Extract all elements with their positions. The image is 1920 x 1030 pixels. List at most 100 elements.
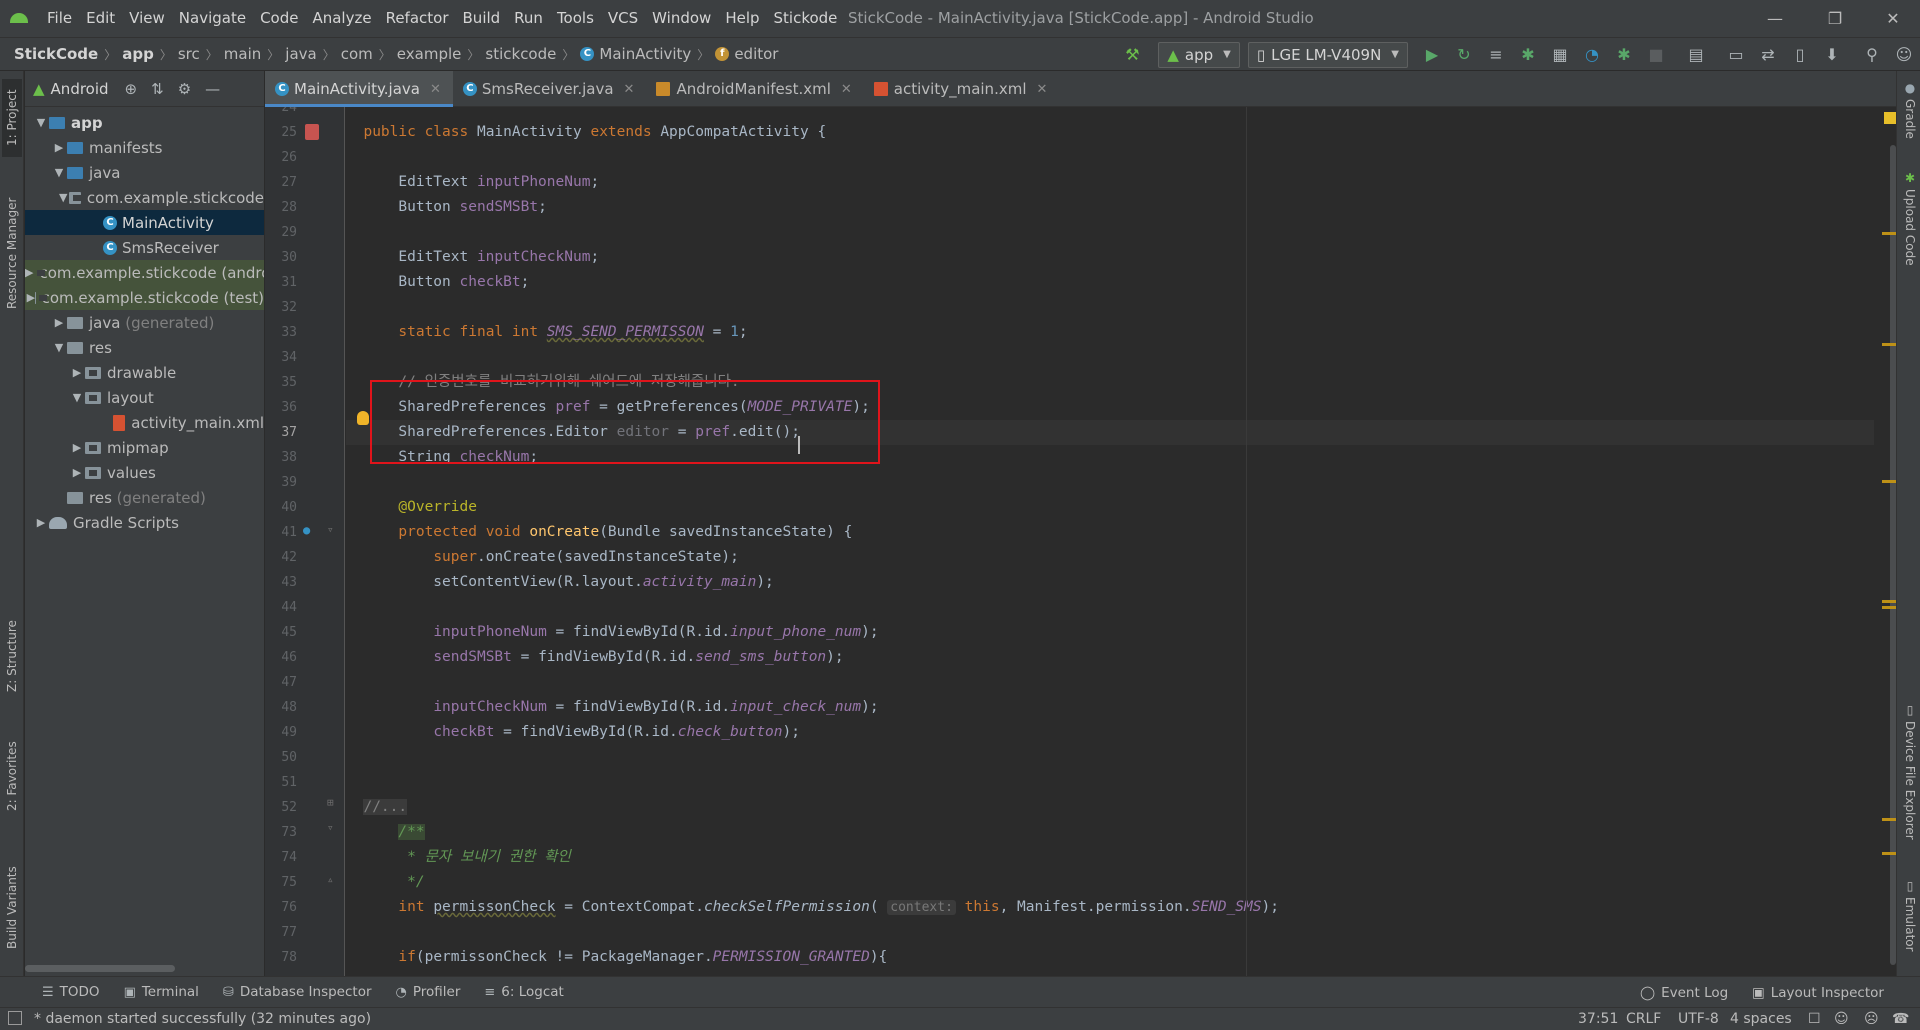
- restore-icon[interactable]: ❐: [1808, 0, 1862, 37]
- menu-edit[interactable]: Edit: [79, 0, 122, 37]
- intention-bulb-icon[interactable]: [357, 411, 369, 425]
- close-tab-icon[interactable]: ✕: [430, 82, 441, 97]
- tree-item-java[interactable]: ▼ java: [25, 160, 264, 185]
- menu-view[interactable]: View: [122, 0, 172, 37]
- tab-project[interactable]: 1: Project: [2, 79, 22, 157]
- run-configuration-select[interactable]: ▲ app ▼: [1158, 41, 1240, 68]
- attach-debugger-icon[interactable]: ▦: [1547, 42, 1573, 68]
- tree-item-res[interactable]: ▼ res: [25, 335, 264, 360]
- caret-position[interactable]: 37:51: [1578, 1008, 1618, 1030]
- breadcrumb-mainactivity[interactable]: C MainActivity 〉: [580, 45, 715, 63]
- locate-icon[interactable]: ⊕: [125, 80, 138, 98]
- tab-build-variants[interactable]: Build Variants: [2, 853, 22, 963]
- notifications-icon[interactable]: ☎: [1892, 1008, 1909, 1030]
- code-line-folded[interactable]: //...: [346, 795, 1874, 820]
- menu-code[interactable]: Code: [253, 0, 305, 37]
- code-editor[interactable]: public class MainActivity extends AppCom…: [346, 107, 1874, 976]
- menu-build[interactable]: Build: [456, 0, 508, 37]
- gear-icon[interactable]: ⚙: [178, 80, 191, 98]
- tree-item-smsreceiver[interactable]: C SmsReceiver: [25, 235, 264, 260]
- tree-item-app[interactable]: ▼ app: [25, 110, 264, 135]
- tab-structure[interactable]: Z: Structure: [2, 611, 22, 701]
- project-horizontal-scrollbar[interactable]: [25, 965, 175, 972]
- tree-item-values[interactable]: ▶ values: [25, 460, 264, 485]
- tree-item-mainactivity[interactable]: C MainActivity: [25, 210, 264, 235]
- fold-icon[interactable]: ▿: [327, 523, 334, 536]
- inspection-status-icon[interactable]: [1884, 112, 1896, 124]
- tool-layout-inspector[interactable]: ▣ Layout Inspector: [1752, 977, 1884, 1008]
- tree-item-res-generated[interactable]: res (generated): [25, 485, 264, 510]
- close-icon[interactable]: ✕: [1866, 0, 1920, 37]
- tab-smsreceiver-java[interactable]: C SmsReceiver.java ✕: [453, 71, 647, 107]
- fold-icon[interactable]: ▵: [327, 873, 334, 886]
- inspection-profile-icon[interactable]: ☺: [1834, 1008, 1849, 1030]
- tree-item-activity-main-xml[interactable]: activity_main.xml: [25, 410, 264, 435]
- line-separator[interactable]: CRLF: [1626, 1008, 1661, 1030]
- tree-item-package-androidtest[interactable]: ▶ com.example.stickcode (androidTest): [25, 260, 264, 285]
- run-icon[interactable]: ▶: [1419, 42, 1445, 68]
- tree-item-drawable[interactable]: ▶ drawable: [25, 360, 264, 385]
- breadcrumb-stickcode[interactable]: stickcode 〉: [485, 45, 580, 63]
- account-icon[interactable]: ☺: [1891, 42, 1917, 68]
- close-tab-icon[interactable]: ✕: [1037, 82, 1048, 97]
- breadcrumb-java[interactable]: java 〉: [285, 45, 340, 63]
- menu-help[interactable]: Help: [718, 0, 766, 37]
- tree-item-manifests[interactable]: ▶ manifests: [25, 135, 264, 160]
- xml-layout-link-icon[interactable]: [305, 124, 319, 140]
- collapse-all-icon[interactable]: ⇅: [151, 80, 164, 98]
- profile-icon[interactable]: ◔: [1579, 42, 1605, 68]
- tool-profiler[interactable]: ◔ Profiler: [396, 984, 461, 1000]
- tree-item-java-generated[interactable]: ▶ java (generated): [25, 310, 264, 335]
- menu-window[interactable]: Window: [645, 0, 718, 37]
- override-marker-icon[interactable]: ●: [303, 523, 310, 537]
- device-manager-icon[interactable]: ▯: [1787, 42, 1813, 68]
- tab-activity-main-xml[interactable]: activity_main.xml ✕: [864, 71, 1060, 107]
- tab-resource-manager[interactable]: Resource Manager: [2, 193, 22, 313]
- tab-gradle[interactable]: ● Gradle: [1900, 81, 1920, 161]
- apply-code-changes-icon[interactable]: ≡: [1483, 42, 1509, 68]
- hide-icon[interactable]: —: [205, 80, 220, 98]
- sync-gradle-icon[interactable]: ⇄: [1755, 42, 1781, 68]
- tree-item-package-test[interactable]: ▶ com.example.stickcode (test): [25, 285, 264, 310]
- tool-logcat[interactable]: ≡ 6: Logcat: [484, 984, 563, 1000]
- tool-database-inspector[interactable]: ⛁ Database Inspector: [223, 984, 372, 1000]
- menu-tools[interactable]: Tools: [550, 0, 601, 37]
- tab-emulator[interactable]: ▯ Emulator: [1900, 879, 1920, 969]
- tab-mainactivity-java[interactable]: C MainActivity.java ✕: [265, 71, 453, 107]
- breadcrumb-editor[interactable]: f editor: [715, 45, 778, 63]
- status-message[interactable]: * daemon started successfully (32 minute…: [34, 1011, 371, 1027]
- tool-event-log[interactable]: ◯ Event Log: [1640, 977, 1728, 1008]
- menu-stickode[interactable]: Stickode: [767, 0, 845, 37]
- toggle-tool-windows-icon[interactable]: [8, 1011, 22, 1025]
- debug-icon[interactable]: ✱: [1515, 42, 1541, 68]
- breadcrumb-app[interactable]: app 〉: [122, 45, 178, 63]
- avd-manager-icon[interactable]: ▭: [1723, 42, 1749, 68]
- tab-device-file-explorer[interactable]: ▯ Device File Explorer: [1900, 703, 1920, 863]
- close-tab-icon[interactable]: ✕: [841, 82, 852, 97]
- tree-item-layout[interactable]: ▼ layout: [25, 385, 264, 410]
- sdk-manager-icon[interactable]: ⬇: [1819, 42, 1845, 68]
- attach-process-icon[interactable]: ✱: [1611, 42, 1637, 68]
- close-tab-icon[interactable]: ✕: [624, 82, 635, 97]
- tab-favorites[interactable]: 2: Favorites: [2, 731, 22, 821]
- breadcrumb-main[interactable]: main 〉: [224, 45, 286, 63]
- tab-upload-code[interactable]: ✱ Upload Code: [1900, 171, 1920, 311]
- breadcrumb-com[interactable]: com 〉: [341, 45, 397, 63]
- tree-item-mipmap[interactable]: ▶ mipmap: [25, 435, 264, 460]
- project-structure-icon[interactable]: ▤: [1683, 42, 1709, 68]
- feedback-icon[interactable]: ☹: [1864, 1008, 1879, 1030]
- menu-run[interactable]: Run: [507, 0, 550, 37]
- menu-file[interactable]: File: [40, 0, 79, 37]
- fold-icon[interactable]: ⊞: [327, 796, 334, 809]
- build-hammer-icon[interactable]: ⚒: [1119, 42, 1145, 68]
- stop-icon[interactable]: ■: [1643, 42, 1669, 68]
- menu-refactor[interactable]: Refactor: [379, 0, 456, 37]
- menu-vcs[interactable]: VCS: [601, 0, 645, 37]
- device-select[interactable]: ▯ LGE LM-V409N ▼: [1247, 41, 1408, 68]
- project-view-select[interactable]: Android: [51, 80, 111, 98]
- breadcrumb-src[interactable]: src 〉: [178, 45, 224, 63]
- indent-setting[interactable]: 4 spaces: [1730, 1008, 1792, 1030]
- file-encoding[interactable]: UTF-8: [1678, 1008, 1719, 1030]
- lock-icon[interactable]: ☐: [1808, 1008, 1821, 1030]
- tree-item-gradle-scripts[interactable]: ▶ Gradle Scripts: [25, 510, 264, 535]
